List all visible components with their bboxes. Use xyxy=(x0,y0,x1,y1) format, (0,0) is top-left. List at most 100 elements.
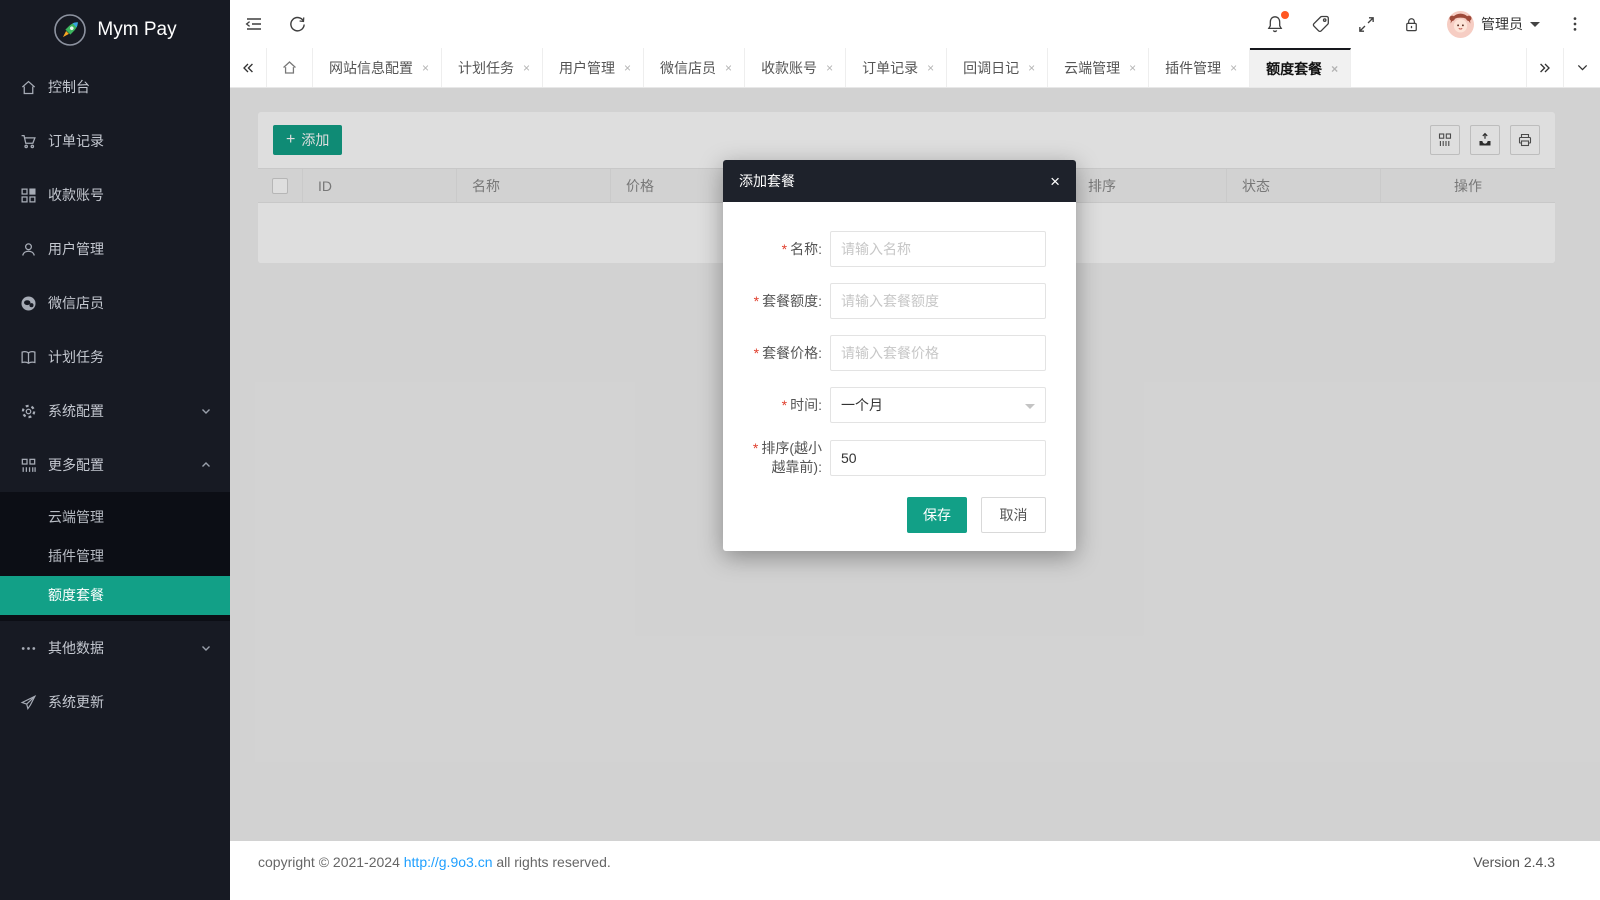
sidebar-subitem-quota-packages[interactable]: 额度套餐 xyxy=(0,576,230,615)
tab-wechat-staff[interactable]: 微信店员 × xyxy=(644,48,745,87)
close-icon[interactable]: × xyxy=(1050,173,1060,190)
tag-icon[interactable] xyxy=(1311,14,1331,34)
refresh-icon[interactable] xyxy=(288,15,307,34)
close-icon[interactable]: × xyxy=(1331,62,1338,76)
user-name: 管理员 xyxy=(1481,14,1523,34)
close-icon[interactable]: × xyxy=(422,61,429,75)
cancel-button[interactable]: 取消 xyxy=(981,497,1046,533)
footer-link[interactable]: http://g.9o3.cn xyxy=(404,854,493,870)
required-asterisk: * xyxy=(782,241,787,257)
close-icon[interactable]: × xyxy=(1230,61,1237,75)
sidebar-item-label: 更多配置 xyxy=(48,455,200,475)
tab-label: 计划任务 xyxy=(458,58,514,78)
more-grid-icon xyxy=(20,457,37,474)
tab-plugins[interactable]: 插件管理 × xyxy=(1149,48,1250,87)
user-menu[interactable]: 管理员 xyxy=(1447,11,1540,38)
field-label-quota: *套餐额度: xyxy=(740,292,822,311)
required-asterisk: * xyxy=(754,293,759,309)
tab-label: 用户管理 xyxy=(559,58,615,78)
sidebar-item-label: 控制台 xyxy=(48,77,212,97)
close-icon[interactable]: × xyxy=(523,61,530,75)
sidebar-item-label: 用户管理 xyxy=(48,239,212,259)
sidebar-item-more-config[interactable]: 更多配置 xyxy=(0,438,230,492)
tabs-scroll-left-button[interactable] xyxy=(230,48,267,87)
sidebar-item-wechat-staff[interactable]: 微信店员 xyxy=(0,276,230,330)
save-button[interactable]: 保存 xyxy=(907,497,967,533)
quota-input[interactable] xyxy=(830,283,1046,319)
dialog-body: *名称: *套餐额度: *套餐价格: *时间: 一个月 *排序(越小越靠前): … xyxy=(723,202,1076,533)
notifications-bell-icon[interactable] xyxy=(1265,14,1285,34)
fullscreen-icon[interactable] xyxy=(1357,15,1376,34)
cart-icon xyxy=(20,133,37,150)
copyright: copyright © 2021-2024 http://g.9o3.cn al… xyxy=(258,854,611,900)
dialog-header: 添加套餐 × xyxy=(723,160,1076,202)
tab-payment-accounts[interactable]: 收款账号 × xyxy=(745,48,846,87)
close-icon[interactable]: × xyxy=(1129,61,1136,75)
brand: Mym Pay xyxy=(0,0,230,60)
tab-home[interactable] xyxy=(267,48,313,87)
sidebar-item-cron-tasks[interactable]: 计划任务 xyxy=(0,330,230,384)
field-label-price: *套餐价格: xyxy=(740,344,822,363)
tab-callback-log[interactable]: 回调日记 × xyxy=(947,48,1048,87)
name-input[interactable] xyxy=(830,231,1046,267)
tab-orders[interactable]: 订单记录 × xyxy=(846,48,947,87)
tab-label: 收款账号 xyxy=(761,58,817,78)
dialog-actions: 保存 取消 xyxy=(740,497,1046,533)
rocket-logo-icon xyxy=(53,13,87,47)
caret-down-icon xyxy=(1530,22,1540,32)
tabs-scroll-right-button[interactable] xyxy=(1526,48,1563,87)
chevron-down-icon xyxy=(200,642,212,654)
sidebar-subitem-plugins[interactable]: 插件管理 xyxy=(0,537,230,576)
kebab-menu-icon[interactable] xyxy=(1566,15,1584,33)
collapse-sidebar-button[interactable] xyxy=(244,14,264,34)
time-select[interactable]: 一个月 xyxy=(830,387,1046,423)
sidebar-item-label: 计划任务 xyxy=(48,347,212,367)
tab-users[interactable]: 用户管理 × xyxy=(543,48,644,87)
footer: copyright © 2021-2024 http://g.9o3.cn al… xyxy=(230,841,1600,900)
sidebar-item-label: 系统更新 xyxy=(48,692,212,712)
dialog-title: 添加套餐 xyxy=(739,171,795,191)
sidebar-item-label: 微信店员 xyxy=(48,293,212,313)
required-asterisk: * xyxy=(754,345,759,361)
sidebar-item-accounts[interactable]: 收款账号 xyxy=(0,168,230,222)
copyright-suffix: all rights reserved. xyxy=(492,854,610,870)
sidebar-item-system-config[interactable]: 系统配置 xyxy=(0,384,230,438)
send-icon xyxy=(20,694,37,711)
brand-name: Mym Pay xyxy=(97,19,176,41)
sidebar-item-system-update[interactable]: 系统更新 xyxy=(0,675,230,729)
sidebar-item-label: 订单记录 xyxy=(48,131,212,151)
field-label-sort: *排序(越小越靠前): xyxy=(740,439,822,477)
close-icon[interactable]: × xyxy=(725,61,732,75)
tab-cloud[interactable]: 云端管理× xyxy=(1048,48,1149,87)
tab-label: 微信店员 xyxy=(660,58,716,78)
sidebar-item-other-data[interactable]: 其他数据 xyxy=(0,621,230,675)
tab-label: 订单记录 xyxy=(862,58,918,78)
required-asterisk: * xyxy=(753,440,758,456)
tab-quota-packages[interactable]: 额度套餐× xyxy=(1250,48,1351,87)
app-root: { "colors": { "accent": "#12a087", "side… xyxy=(0,0,1600,900)
sidebar-item-users[interactable]: 用户管理 xyxy=(0,222,230,276)
tab-label: 插件管理 xyxy=(1165,58,1221,78)
sidebar-item-orders[interactable]: 订单记录 xyxy=(0,114,230,168)
tabs-menu-button[interactable] xyxy=(1563,48,1600,87)
time-select-value: 一个月 xyxy=(841,395,883,415)
close-icon[interactable]: × xyxy=(826,61,833,75)
sort-input[interactable] xyxy=(830,440,1046,476)
price-input[interactable] xyxy=(830,335,1046,371)
lock-icon[interactable] xyxy=(1402,15,1421,34)
sidebar-subitem-cloud[interactable]: 云端管理 xyxy=(0,498,230,537)
close-icon[interactable]: × xyxy=(1028,61,1035,75)
sidebar-menu: 控制台 订单记录 收款账号 用户管理 微信店员 xyxy=(0,60,230,729)
tab-label: 回调日记 xyxy=(963,58,1019,78)
close-icon[interactable]: × xyxy=(624,61,631,75)
field-label-time: *时间: xyxy=(740,396,822,415)
chevron-down-icon xyxy=(1025,404,1035,414)
sidebar: Mym Pay 控制台 订单记录 收款账号 用户管理 xyxy=(0,0,230,900)
close-icon[interactable]: × xyxy=(927,61,934,75)
sidebar-item-label: 其他数据 xyxy=(48,638,200,658)
field-label-name: *名称: xyxy=(740,240,822,259)
more-config-submenu: 云端管理 插件管理 额度套餐 xyxy=(0,492,230,621)
tab-cron-tasks[interactable]: 计划任务 × xyxy=(442,48,543,87)
tab-site-info-config[interactable]: 网站信息配置× xyxy=(313,48,442,87)
sidebar-item-console[interactable]: 控制台 xyxy=(0,60,230,114)
